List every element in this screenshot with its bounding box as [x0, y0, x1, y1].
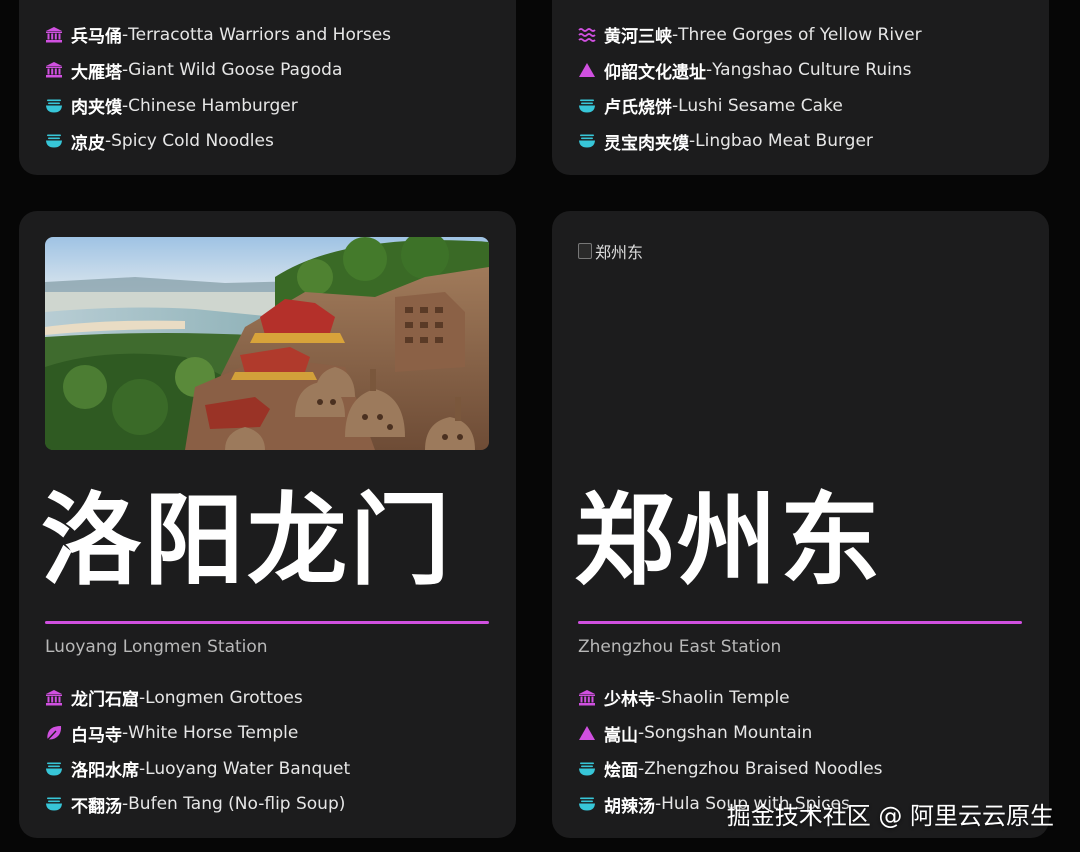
food-bowl-icon — [578, 795, 596, 813]
list-item: 洛阳水席 - Luoyang Water Banquet — [45, 751, 350, 787]
list-item: 大雁塔 - Giant Wild Goose Pagoda — [45, 53, 391, 89]
list-item: 肉夹馍 - Chinese Hamburger — [45, 88, 391, 124]
item-name-en: Zhengzhou Braised Noodles — [644, 758, 883, 779]
list-item: 龙门石窟 - Longmen Grottoes — [45, 680, 350, 716]
item-name-en: Three Gorges of Yellow River — [678, 24, 922, 45]
item-name-en: Terracotta Warriors and Horses — [128, 24, 392, 45]
list-item: 白马寺 - White Horse Temple — [45, 716, 350, 752]
item-name-zh: 不翻汤 — [71, 796, 122, 817]
list-item: 兵马俑 - Terracotta Warriors and Horses — [45, 17, 391, 53]
item-name-zh: 大雁塔 — [71, 62, 122, 83]
broken-image-icon — [578, 243, 592, 259]
station-card-zhengzhou-east: 郑州东 郑州东 Zhengzhou East Station 少林寺 - Sha… — [552, 211, 1049, 838]
image-alt-text: 郑州东 — [595, 243, 644, 262]
item-name-en: White Horse Temple — [128, 723, 299, 744]
station-card-xian: 兵马俑 - Terracotta Warriors and Horses 大雁塔… — [19, 0, 516, 175]
attraction-list: 龙门石窟 - Longmen Grottoes 白马寺 - White Hors… — [45, 680, 350, 822]
mountain-icon — [578, 61, 596, 79]
item-name-zh: 卢氏烧饼 — [604, 98, 672, 119]
station-title: 洛阳龙门 — [41, 482, 453, 599]
mountain-icon — [578, 724, 596, 742]
title-divider — [45, 621, 489, 624]
list-item: 烩面 - Zhengzhou Braised Noodles — [578, 751, 883, 787]
item-name-zh: 凉皮 — [71, 133, 105, 154]
item-name-zh: 兵马俑 — [71, 27, 122, 48]
landmark-icon — [578, 689, 596, 707]
item-name-zh: 少林寺 — [604, 690, 655, 711]
station-title: 郑州东 — [574, 482, 883, 599]
food-bowl-icon — [45, 132, 63, 150]
food-bowl-icon — [45, 97, 63, 115]
list-item: 凉皮 - Spicy Cold Noodles — [45, 124, 391, 160]
item-name-en: Shaolin Temple — [661, 687, 790, 708]
item-name-zh: 烩面 — [604, 761, 638, 782]
station-subtitle: Zhengzhou East Station — [578, 637, 782, 657]
list-item: 少林寺 - Shaolin Temple — [578, 680, 883, 716]
list-item: 不翻汤 - Bufen Tang (No-flip Soup) — [45, 787, 350, 823]
list-item: 黄河三峡 - Three Gorges of Yellow River — [578, 17, 922, 53]
item-name-en: Luoyang Water Banquet — [145, 758, 351, 779]
item-name-en: Songshan Mountain — [644, 723, 813, 744]
item-name-zh: 黄河三峡 — [604, 27, 672, 48]
item-name-zh: 灵宝肉夹馍 — [604, 133, 689, 154]
item-name-en: Longmen Grottoes — [145, 687, 303, 708]
landmark-icon — [45, 689, 63, 707]
item-name-en: Lingbao Meat Burger — [695, 131, 873, 152]
landmark-icon — [45, 61, 63, 79]
item-name-zh: 嵩山 — [604, 725, 638, 746]
item-name-en: Spicy Cold Noodles — [111, 131, 274, 152]
leaf-icon — [45, 724, 63, 742]
item-name-zh: 仰韶文化遗址 — [604, 62, 706, 83]
list-item: 灵宝肉夹馍 - Lingbao Meat Burger — [578, 124, 922, 160]
item-name-zh: 胡辣汤 — [604, 796, 655, 817]
list-item: 仰韶文化遗址 - Yangshao Culture Ruins — [578, 53, 922, 89]
food-bowl-icon — [45, 760, 63, 778]
station-card-sanmenxia: 黄河三峡 - Three Gorges of Yellow River 仰韶文化… — [552, 0, 1049, 175]
station-subtitle: Luoyang Longmen Station — [45, 637, 268, 657]
food-bowl-icon — [578, 97, 596, 115]
item-name-en: Giant Wild Goose Pagoda — [128, 60, 343, 81]
landmark-icon — [45, 26, 63, 44]
item-name-en: Chinese Hamburger — [128, 95, 298, 116]
food-bowl-icon — [578, 132, 596, 150]
station-photo — [45, 237, 489, 450]
attraction-list: 黄河三峡 - Three Gorges of Yellow River 仰韶文化… — [578, 17, 922, 159]
attraction-list: 兵马俑 - Terracotta Warriors and Horses 大雁塔… — [45, 17, 391, 159]
item-name-en: Lushi Sesame Cake — [678, 95, 843, 116]
item-name-zh: 肉夹馍 — [71, 98, 122, 119]
broken-image: 郑州东 — [578, 239, 643, 263]
title-divider — [578, 621, 1022, 624]
station-card-luoyang-longmen: 洛阳龙门 Luoyang Longmen Station 龙门石窟 - Long… — [19, 211, 516, 838]
item-name-zh: 洛阳水席 — [71, 761, 139, 782]
watermark: 掘金技术社区 @ 阿里云云原生 — [726, 802, 1054, 830]
item-name-en: Yangshao Culture Ruins — [712, 60, 912, 81]
item-name-zh: 白马寺 — [71, 725, 122, 746]
grottoes-photo-illustration — [45, 237, 489, 450]
item-name-zh: 龙门石窟 — [71, 690, 139, 711]
list-item: 嵩山 - Songshan Mountain — [578, 716, 883, 752]
food-bowl-icon — [45, 795, 63, 813]
item-name-en: Bufen Tang (No-flip Soup) — [128, 794, 346, 815]
food-bowl-icon — [578, 760, 596, 778]
list-item: 卢氏烧饼 - Lushi Sesame Cake — [578, 88, 922, 124]
water-icon — [578, 26, 596, 44]
